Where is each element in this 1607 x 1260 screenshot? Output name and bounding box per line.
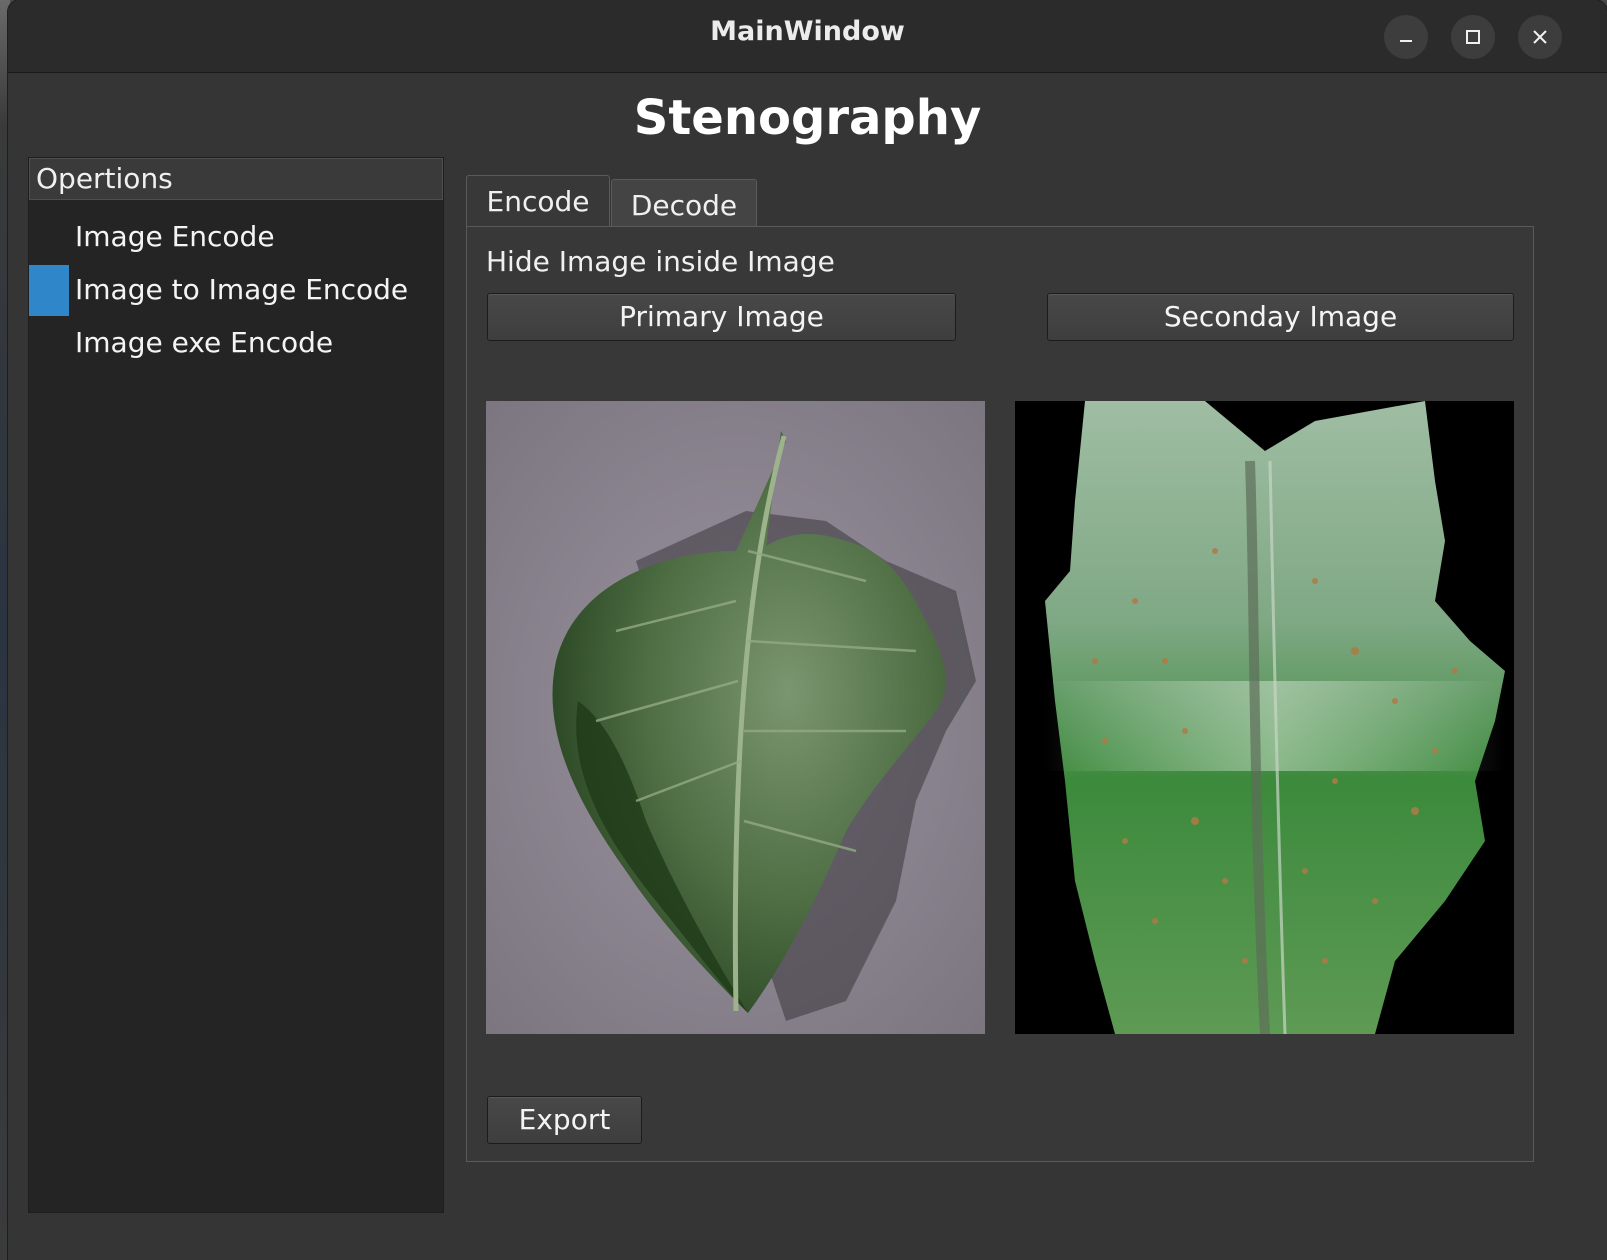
page-title: Stenography <box>633 90 982 146</box>
operation-item-image-exe-encode[interactable]: Image exe Encode <box>29 316 443 369</box>
operation-item-label: Image Encode <box>75 220 275 253</box>
primary-image-button[interactable]: Primary Image <box>487 293 956 341</box>
leaf-image <box>486 401 985 1034</box>
secondary-image-preview <box>1015 401 1514 1034</box>
close-icon <box>1533 30 1547 44</box>
close-button[interactable] <box>1518 15 1562 59</box>
window-title: MainWindow <box>710 16 905 47</box>
leaf-image <box>1015 401 1514 1034</box>
minimize-button[interactable] <box>1384 15 1428 59</box>
tab-decode[interactable]: Decode <box>611 179 757 228</box>
export-button[interactable]: Export <box>487 1096 642 1144</box>
maximize-icon <box>1466 30 1480 44</box>
operations-panel: Opertions Image Encode Image to Image En… <box>28 157 444 1213</box>
operation-item-label: Image to Image Encode <box>75 273 409 306</box>
selection-marker <box>29 265 69 316</box>
operation-item-label: Image exe Encode <box>75 326 334 359</box>
primary-image-preview <box>486 401 985 1034</box>
encode-tab-pane: Hide Image inside Image Primary Image Se… <box>466 226 1534 1162</box>
tab-encode[interactable]: Encode <box>466 175 610 228</box>
operations-header[interactable]: Opertions <box>29 158 443 200</box>
operation-item-image-encode[interactable]: Image Encode <box>29 210 443 263</box>
pane-description: Hide Image inside Image <box>486 245 835 278</box>
operations-list: Image Encode Image to Image Encode Image… <box>29 200 443 369</box>
operation-item-image-to-image-encode[interactable]: Image to Image Encode <box>29 263 443 316</box>
main-window: MainWindow Stenography Opertions Image E… <box>8 0 1607 1260</box>
minimize-icon <box>1400 40 1412 42</box>
title-bar[interactable]: MainWindow <box>8 0 1607 73</box>
maximize-button[interactable] <box>1451 15 1495 59</box>
secondary-image-button[interactable]: Seconday Image <box>1047 293 1514 341</box>
